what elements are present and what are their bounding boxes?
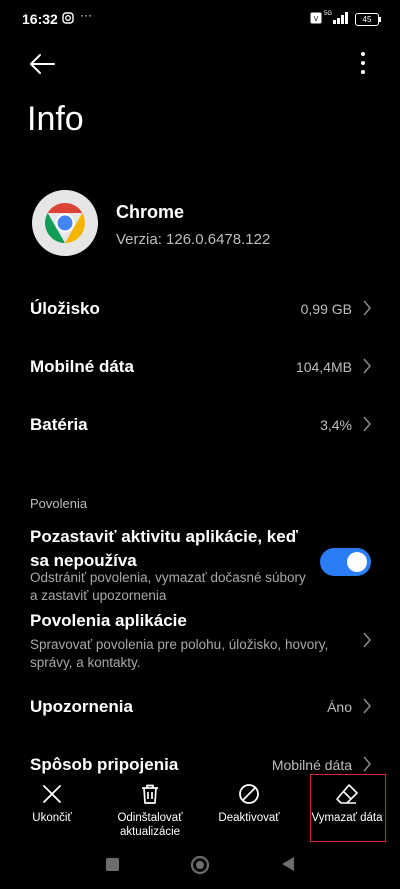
chevron-right-icon	[363, 416, 371, 432]
chevron-right-icon	[363, 756, 371, 772]
mobile-data-label: Mobilné dáta	[30, 357, 134, 376]
status-time: 16:32	[22, 11, 58, 27]
app-permissions-description: Spravovať povolenia pre polohu, úložisko…	[30, 637, 329, 670]
instagram-icon	[62, 12, 74, 24]
battery-level: 45	[362, 15, 372, 24]
chrome-icon	[32, 190, 98, 256]
toggle-knob	[347, 552, 367, 572]
home-icon[interactable]	[190, 855, 210, 875]
notifications-row[interactable]: Upozornenia Áno	[0, 690, 400, 724]
nav-back-icon[interactable]	[281, 856, 295, 872]
app-permissions-title: Povolenia aplikácie	[30, 611, 187, 630]
notifications-value: Áno	[327, 699, 352, 715]
pause-activity-toggle[interactable]	[320, 548, 371, 576]
permissions-section-label: Povolenia	[30, 496, 88, 511]
chevron-right-icon	[363, 632, 371, 648]
chevron-right-icon	[363, 358, 371, 374]
svg-text:V: V	[314, 16, 319, 23]
battery-value: 3,4%	[320, 417, 352, 433]
more-options-icon[interactable]	[352, 50, 374, 76]
close-icon	[43, 785, 61, 803]
signal-icon	[333, 12, 348, 24]
force-stop-label: Ukončiť	[32, 812, 72, 824]
trash-icon	[142, 784, 158, 804]
notifications-label: Upozornenia	[30, 697, 133, 716]
disable-label: Deaktivovať	[218, 812, 280, 824]
mobile-data-value: 104,4MB	[295, 359, 352, 375]
pause-activity-description: Odstrániť povolenia, vymazať dočasné súb…	[30, 570, 306, 603]
storage-value: 0,99 GB	[300, 301, 352, 317]
volte-icon: V	[310, 12, 322, 24]
clear-data-highlight	[310, 774, 386, 842]
connection-label: Spôsob pripojenia	[30, 755, 179, 774]
battery-label: Batéria	[30, 415, 88, 434]
recents-icon[interactable]	[106, 858, 119, 871]
pause-activity-title: Pozastaviť aktivitu aplikácie, keď sa ne…	[30, 527, 298, 570]
connection-value: Mobilné dáta	[271, 757, 352, 773]
chevron-right-icon	[363, 300, 371, 316]
mobile-data-row[interactable]: Mobilné dáta 104,4MB	[0, 348, 400, 386]
uninstall-updates-button[interactable]: Odinštalovať aktualizácie	[104, 778, 196, 839]
back-arrow-icon[interactable]	[28, 52, 56, 76]
storage-label: Úložisko	[30, 299, 100, 318]
disable-button[interactable]: Deaktivovať	[210, 778, 288, 825]
status-bar: 16:32 ··· V 5G 45	[0, 0, 400, 40]
network-type: 5G	[324, 11, 333, 17]
app-name: Chrome	[116, 202, 185, 222]
chevron-right-icon	[363, 698, 371, 714]
app-version: Verzia: 126.0.6478.122	[116, 231, 271, 248]
page-title: Info	[27, 100, 84, 138]
uninstall-updates-label: Odinštalovať aktualizácie	[117, 812, 183, 838]
battery-row[interactable]: Batéria 3,4%	[0, 406, 400, 444]
battery-icon: 45	[355, 13, 381, 26]
disable-icon	[239, 784, 259, 804]
more-notifications-icon: ···	[80, 8, 92, 22]
force-stop-button[interactable]: Ukončiť	[14, 778, 90, 825]
storage-row[interactable]: Úložisko 0,99 GB	[0, 290, 400, 328]
